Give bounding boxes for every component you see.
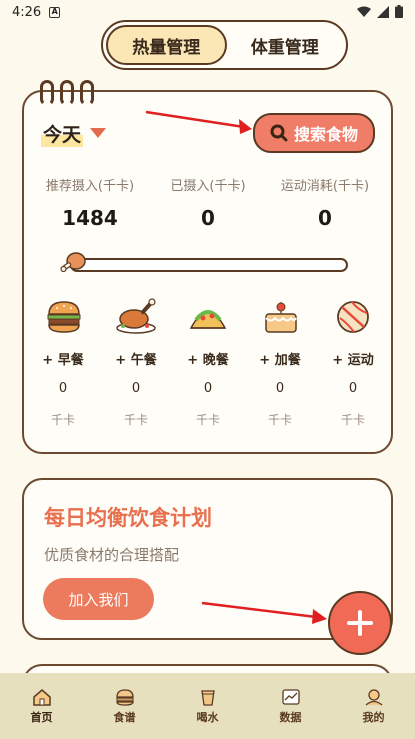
nav-profile[interactable]: 我的 (339, 688, 409, 725)
stat-value-exercise: 0 (318, 206, 332, 230)
ball-icon[interactable] (334, 298, 372, 336)
nav-water-label: 喝水 (196, 710, 219, 724)
wifi-icon (357, 6, 371, 17)
drumstick-icon (60, 252, 86, 273)
tab-weight-management[interactable]: 体重管理 (227, 25, 344, 65)
bottom-navigation: 首页 食谱 喝水 数据 我的 (0, 673, 415, 739)
signal-icon (377, 5, 389, 18)
stat-value-recommended: 1484 (62, 206, 118, 230)
tab-switch: 热量管理 体重管理 (101, 20, 348, 70)
dropdown-caret-icon[interactable] (90, 128, 106, 138)
dinner-value: 0 (203, 381, 213, 396)
ring-decoration (60, 80, 74, 106)
lunch-unit: 千卡 (123, 413, 148, 427)
nav-water[interactable]: 喝水 (173, 688, 243, 725)
stat-label-recommended: 推荐摄入(千卡) (45, 179, 135, 194)
search-food-button[interactable]: 搜索食物 (253, 113, 375, 153)
breakfast-unit: 千卡 (50, 413, 75, 427)
roast-chicken-icon[interactable] (115, 298, 157, 336)
lunch-value: 0 (131, 381, 141, 396)
recipe-icon (115, 688, 134, 706)
nav-recipe-label: 食谱 (113, 710, 136, 724)
taco-icon[interactable] (188, 298, 228, 336)
stat-value-consumed: 0 (201, 206, 215, 230)
exercise-unit: 千卡 (340, 413, 365, 427)
add-dinner-button[interactable]: + 晚餐 (172, 349, 244, 368)
plus-icon (347, 610, 373, 636)
dinner-unit: 千卡 (195, 413, 220, 427)
nav-home[interactable]: 首页 (7, 688, 77, 725)
add-lunch-button[interactable]: + 午餐 (100, 349, 172, 368)
search-food-label: 搜索食物 (293, 125, 358, 144)
ring-decoration (80, 80, 94, 106)
status-time: 4:26 (12, 4, 42, 20)
water-cup-icon (200, 689, 215, 706)
profile-icon (365, 688, 382, 706)
annotation-arrow-search (145, 110, 252, 134)
annotation-arrow-fab (201, 601, 327, 624)
date-selector-label[interactable]: 今天 (41, 120, 84, 147)
nav-data-label: 数据 (279, 710, 302, 724)
calorie-progress-bar (70, 258, 348, 272)
exercise-value: 0 (348, 381, 358, 396)
data-chart-icon (281, 688, 300, 705)
snack-value: 0 (275, 381, 285, 396)
add-exercise-button[interactable]: + 运动 (317, 349, 389, 368)
nav-profile-label: 我的 (362, 710, 385, 724)
add-snack-button[interactable]: + 加餐 (244, 349, 316, 368)
search-icon (270, 124, 288, 142)
burger-icon[interactable] (45, 298, 83, 336)
breakfast-value: 0 (58, 381, 68, 396)
add-floating-button[interactable] (328, 591, 392, 655)
tab-calorie-management[interactable]: 热量管理 (106, 25, 227, 65)
home-icon (32, 688, 51, 706)
nav-recipe[interactable]: 食谱 (90, 688, 160, 725)
battery-icon (395, 5, 403, 18)
notebook-rings (40, 80, 94, 106)
join-us-button[interactable]: 加入我们 (43, 578, 154, 620)
stat-label-exercise: 运动消耗(千卡) (280, 179, 370, 194)
snack-unit: 千卡 (267, 413, 292, 427)
nav-data[interactable]: 数据 (256, 688, 326, 725)
status-icons (357, 5, 403, 18)
cake-icon[interactable] (262, 298, 300, 336)
plan-title: 每日均衡饮食计划 (44, 506, 212, 530)
notification-a-icon: A (49, 6, 61, 18)
plan-subtitle: 优质食材的合理搭配 (44, 546, 180, 564)
stat-label-consumed: 已摄入(千卡) (170, 179, 246, 194)
ring-decoration (40, 80, 54, 106)
add-breakfast-button[interactable]: + 早餐 (27, 349, 99, 368)
nav-home-label: 首页 (30, 710, 53, 724)
